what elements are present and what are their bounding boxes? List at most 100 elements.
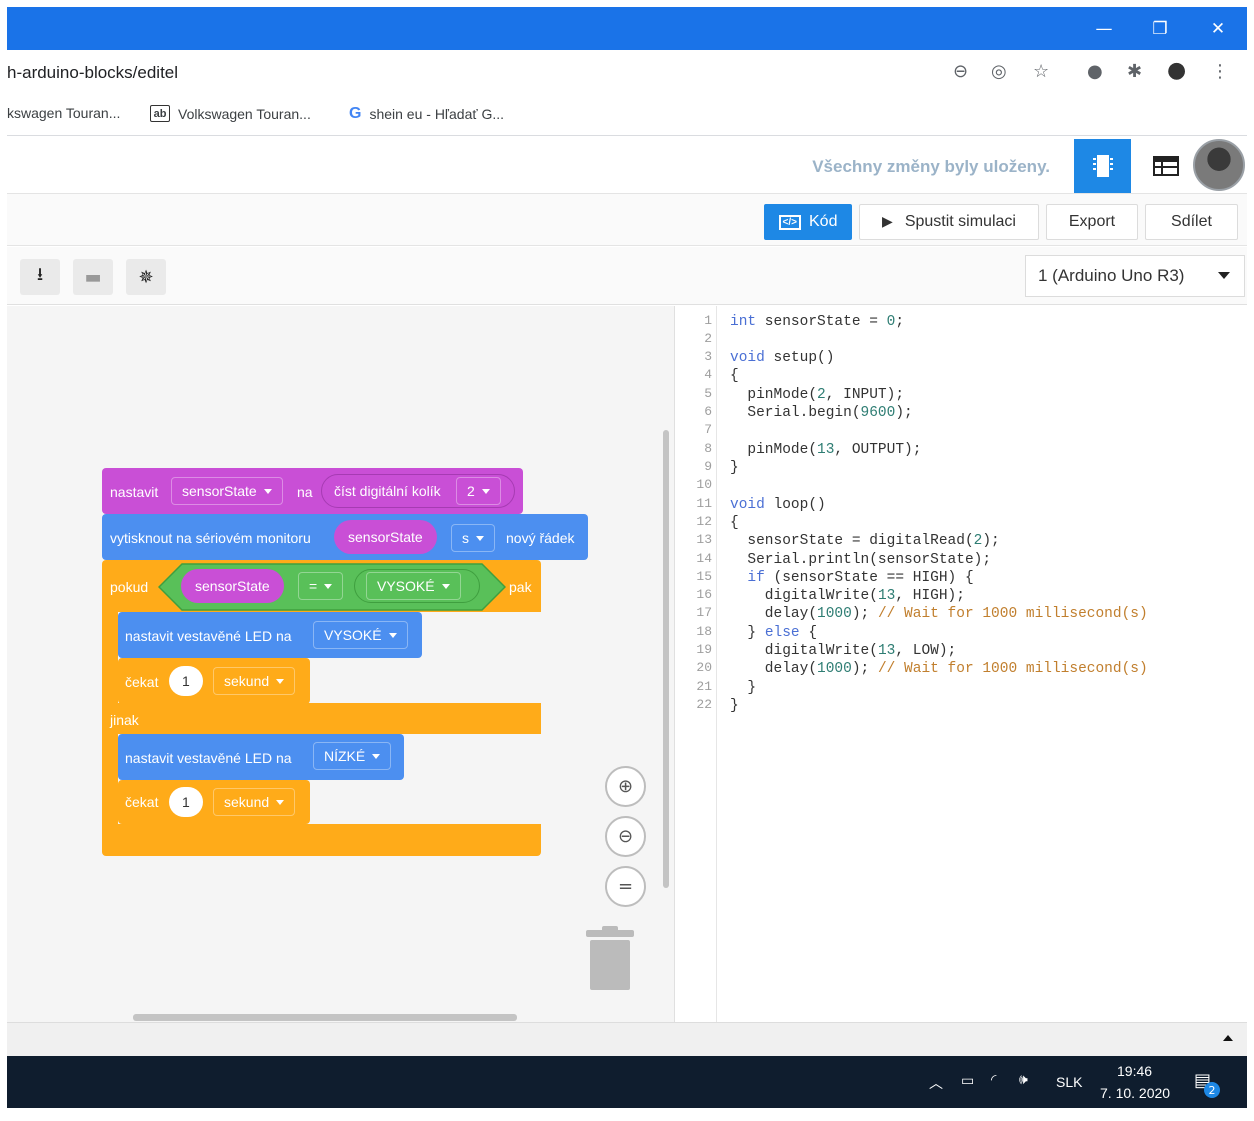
- share-button[interactable]: Sdílet: [1145, 204, 1238, 240]
- set-variable-dropdown[interactable]: sensorState: [171, 477, 283, 505]
- code-line[interactable]: Serial.println(sensorState);: [730, 552, 991, 568]
- url-text[interactable]: h-arduino-blocks/editel: [7, 63, 178, 83]
- line-number: 15: [696, 569, 712, 584]
- save-status: Všechny změny byly uloženy.: [812, 157, 1050, 176]
- operator-dropdown[interactable]: =: [298, 572, 344, 600]
- workspace-horizontal-scrollbar[interactable]: [133, 1014, 517, 1021]
- pin-dropdown[interactable]: 2: [456, 477, 501, 505]
- line-number: 6: [704, 404, 712, 419]
- debug-button[interactable]: ✵: [126, 259, 166, 295]
- caret-up-icon[interactable]: [1223, 1035, 1233, 1041]
- high-low-dropdown[interactable]: VYSOKÉ: [366, 572, 461, 600]
- wait-number-value: 1: [182, 673, 190, 689]
- line-number-gutter: 1 2 3 4 5 6 7 8 9 10 11 12 13 14 15 16 1…: [675, 306, 717, 1022]
- code-line[interactable]: }: [730, 680, 756, 696]
- clock-date[interactable]: 7. 10. 2020: [1100, 1085, 1170, 1101]
- zoom-icon[interactable]: ⊖: [953, 61, 968, 82]
- window-title-bar: — ❐ ✕: [7, 7, 1247, 50]
- code-line[interactable]: int sensorState = 0;: [730, 314, 904, 330]
- board-select[interactable]: 1 (Arduino Uno R3): [1025, 255, 1245, 297]
- ab-icon: ab: [150, 105, 170, 122]
- chevron-down-icon: [324, 583, 333, 589]
- chevron-down-icon: [276, 799, 285, 805]
- wait-number-input[interactable]: 1: [169, 666, 203, 696]
- code-line[interactable]: delay(1000); // Wait for 1000 millisecon…: [730, 606, 1148, 622]
- time-unit-dropdown[interactable]: sekund: [213, 788, 296, 816]
- code-line[interactable]: pinMode(13, OUTPUT);: [730, 442, 921, 458]
- code-line[interactable]: }: [730, 698, 739, 714]
- editor-toolbar: </> Kód ▶ Spustit simulaci Export Sdílet: [7, 194, 1247, 246]
- code-line[interactable]: }: [730, 460, 739, 476]
- chip-icon: [1092, 155, 1113, 177]
- code-line[interactable]: {: [730, 368, 739, 384]
- profile-icon[interactable]: ●: [1167, 58, 1186, 83]
- chevron-up-icon[interactable]: ︿: [929, 1073, 943, 1093]
- bookmark-item[interactable]: G shein eu - Hľadať G...: [349, 105, 504, 123]
- workspace-vertical-scrollbar[interactable]: [663, 430, 669, 888]
- star-icon[interactable]: ☆: [1033, 61, 1049, 82]
- run-simulation-button[interactable]: ▶ Spustit simulaci: [859, 204, 1039, 240]
- line-number: 13: [696, 532, 712, 547]
- zoom-reset-icon: =: [617, 876, 634, 897]
- menu-dots-icon[interactable]: ⋮: [1211, 61, 1229, 82]
- line-number: 17: [696, 605, 712, 620]
- set-label: nastavit: [110, 484, 159, 500]
- newline-option-value: s: [462, 530, 469, 546]
- zoom-reset-button[interactable]: =: [605, 866, 646, 907]
- bookmark-item[interactable]: ab Volkswagen Touran...: [150, 105, 311, 122]
- language-indicator[interactable]: SLK: [1056, 1074, 1082, 1090]
- components-view-button[interactable]: [1074, 139, 1131, 193]
- code-line[interactable]: digitalWrite(13, LOW);: [730, 643, 956, 659]
- battery-icon[interactable]: ▭: [961, 1073, 974, 1089]
- export-button[interactable]: Export: [1046, 204, 1138, 240]
- code-line[interactable]: void loop(): [730, 497, 826, 513]
- speaker-icon[interactable]: 🕪: [1019, 1072, 1028, 1088]
- bookmark-label: kswagen Touran...: [7, 105, 121, 121]
- serial-print-label: vytisknout na sériovém monitoru: [110, 530, 311, 546]
- compare-variable[interactable]: sensorState: [181, 569, 284, 603]
- led-state-dropdown[interactable]: VYSOKÉ: [313, 621, 408, 649]
- chevron-down-icon: [476, 535, 484, 541]
- bookmark-label: shein eu - Hľadať G...: [369, 106, 505, 122]
- line-number: 16: [696, 587, 712, 602]
- code-line[interactable]: {: [730, 515, 739, 531]
- code-line[interactable]: sensorState = digitalRead(2);: [730, 533, 999, 549]
- print-variable[interactable]: sensorState: [334, 520, 437, 554]
- eye-off-icon[interactable]: ◎: [991, 61, 1007, 82]
- zoom-out-button[interactable]: ⊖: [605, 816, 646, 857]
- code-line[interactable]: digitalWrite(13, HIGH);: [730, 588, 965, 604]
- newline-label: nový řádek: [506, 530, 575, 546]
- table-view-button[interactable]: [1137, 139, 1194, 193]
- code-line[interactable]: } else {: [730, 625, 817, 641]
- close-button[interactable]: ✕: [1189, 7, 1247, 50]
- newline-dropdown[interactable]: s: [451, 524, 495, 552]
- time-unit-dropdown[interactable]: sekund: [213, 667, 296, 695]
- wait-number-input[interactable]: 1: [169, 787, 203, 817]
- trash-icon[interactable]: [586, 926, 634, 990]
- clock-time[interactable]: 19:46: [1117, 1063, 1152, 1079]
- line-number: 12: [696, 514, 712, 529]
- code-button[interactable]: </> Kód: [764, 204, 852, 240]
- download-button[interactable]: ⭳: [20, 259, 60, 295]
- bookmark-item[interactable]: kswagen Touran...: [7, 105, 120, 121]
- line-number: 19: [696, 642, 712, 657]
- led-state-dropdown[interactable]: NÍZKÉ: [313, 742, 392, 770]
- extension-circle-icon[interactable]: ●: [1087, 61, 1103, 82]
- code-editor[interactable]: 1 2 3 4 5 6 7 8 9 10 11 12 13 14 15 16 1…: [674, 306, 1247, 1022]
- code-line[interactable]: if (sensorState == HIGH) {: [730, 570, 973, 586]
- line-number: 8: [704, 441, 712, 456]
- code-line[interactable]: void setup(): [730, 350, 834, 366]
- upload-button[interactable]: ▬: [73, 259, 113, 295]
- zoom-in-button[interactable]: ⊕: [605, 766, 646, 807]
- code-line[interactable]: delay(1000); // Wait for 1000 millisecon…: [730, 661, 1148, 677]
- minimize-button[interactable]: —: [1075, 7, 1133, 50]
- code-line[interactable]: pinMode(2, INPUT);: [730, 387, 904, 403]
- restore-button[interactable]: ❐: [1131, 7, 1189, 50]
- puzzle-icon[interactable]: ✱: [1127, 61, 1142, 82]
- table-icon: [1152, 156, 1179, 176]
- code-line[interactable]: Serial.begin(9600);: [730, 405, 912, 421]
- user-avatar[interactable]: [1193, 139, 1245, 191]
- wifi-icon[interactable]: ◜: [991, 1072, 996, 1088]
- line-number: 3: [704, 349, 712, 364]
- builtin-led-label: nastavit vestavěné LED na: [125, 750, 292, 766]
